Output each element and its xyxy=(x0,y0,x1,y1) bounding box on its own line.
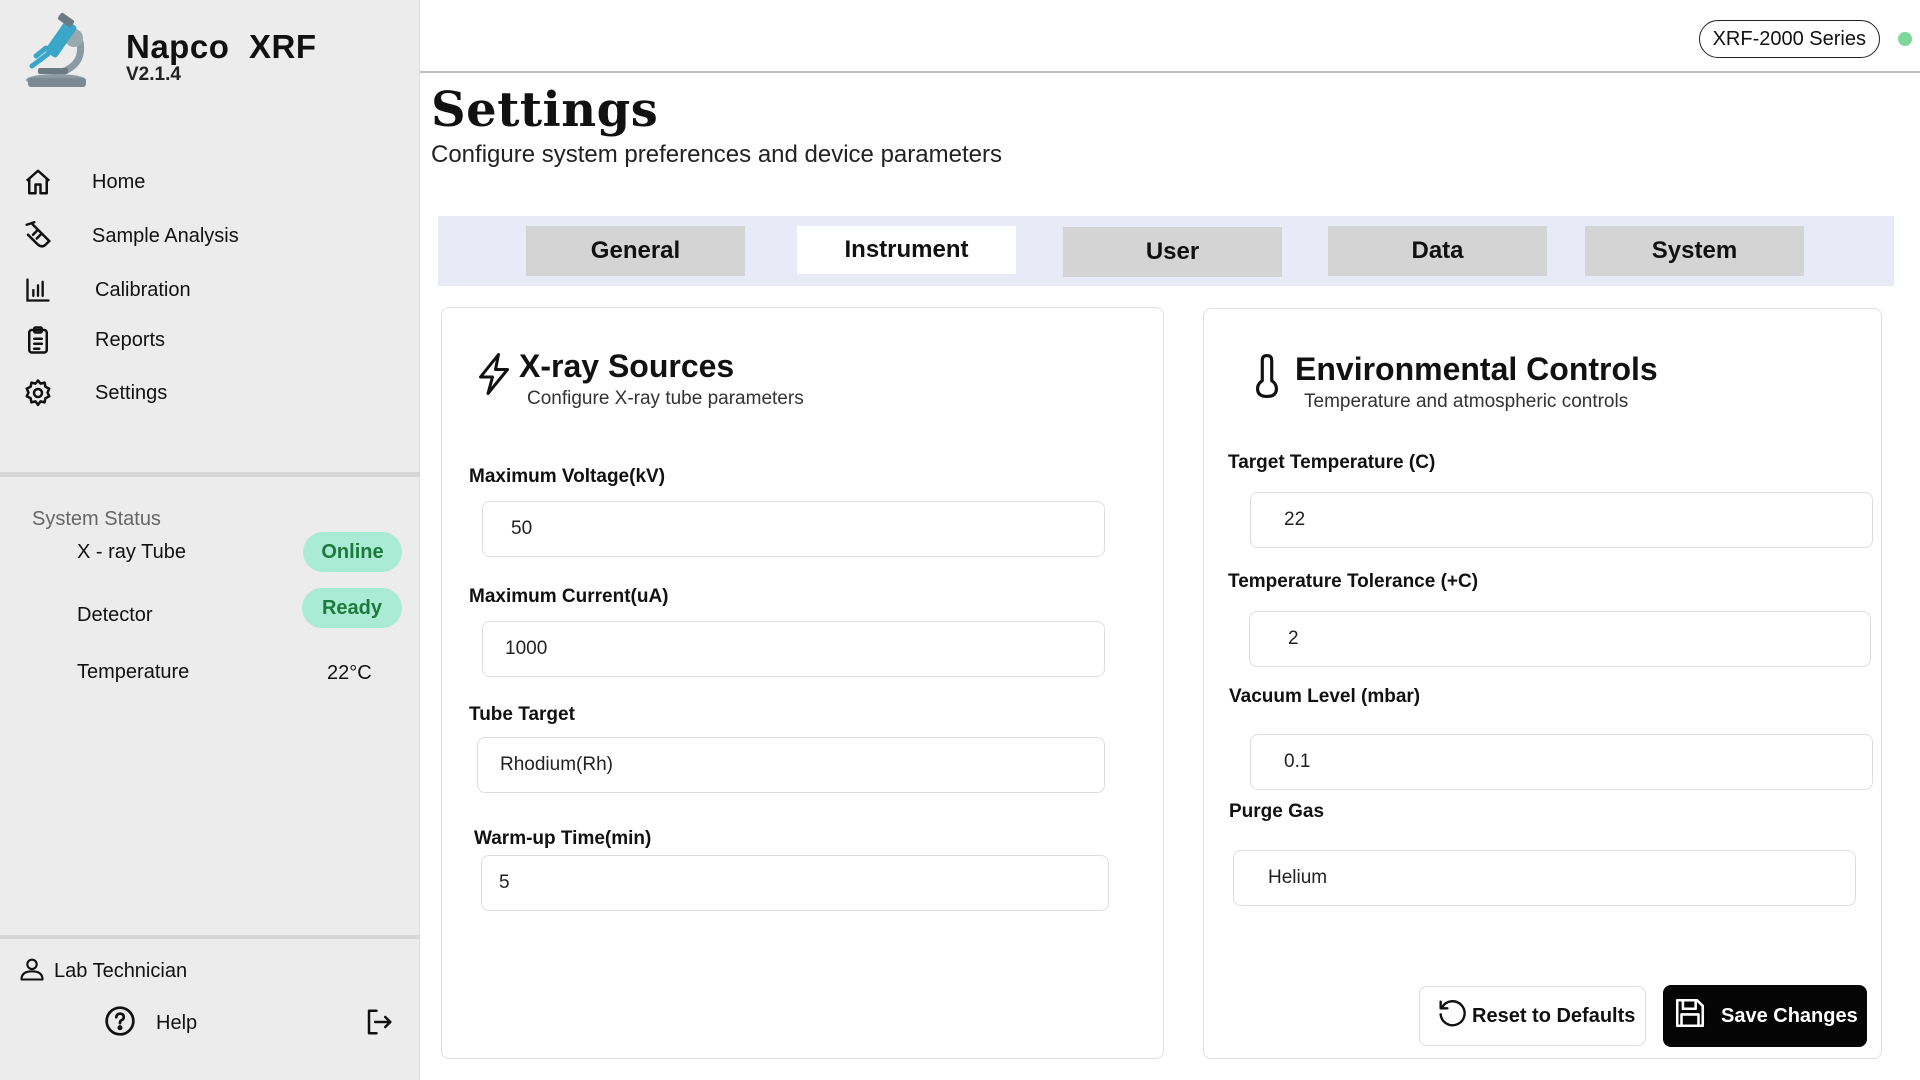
status-row-detector: Detector Ready xyxy=(77,588,407,628)
sidebar: Napco XRF V2.1.4 Home Sample Analysis Ca… xyxy=(0,0,420,1080)
nav-item-sample-analysis[interactable]: Sample Analysis xyxy=(20,216,400,256)
system-status-title: System Status xyxy=(32,508,161,530)
app-version: V2.1.4 xyxy=(126,64,181,85)
help-label: Help xyxy=(156,1012,198,1034)
purge-gas-input[interactable] xyxy=(1233,850,1856,906)
test-tube-icon xyxy=(20,218,56,254)
help-icon xyxy=(104,1005,136,1042)
max-current-input[interactable] xyxy=(482,621,1105,677)
sidebar-divider-bottom xyxy=(0,935,420,939)
warmup-time-input[interactable] xyxy=(481,855,1109,911)
sidebar-divider xyxy=(0,472,420,477)
connection-status-dot xyxy=(1898,32,1912,46)
nav-label-home: Home xyxy=(92,170,146,193)
series-pill: XRF-2000 Series xyxy=(1698,20,1880,58)
status-value-temperature: 22°C xyxy=(327,662,372,684)
nav-label-sample-analysis: Sample Analysis xyxy=(92,224,239,247)
vacuum-level-label: Vacuum Level (mbar) xyxy=(1229,686,1421,707)
xray-card-title: X-ray Sources xyxy=(519,348,735,384)
user-profile[interactable]: Lab Technician xyxy=(18,955,187,988)
tab-system[interactable]: System xyxy=(1585,226,1804,276)
tab-data[interactable]: Data xyxy=(1328,226,1547,276)
lightning-icon xyxy=(476,353,512,400)
vacuum-level-input[interactable] xyxy=(1250,734,1873,790)
microscope-logo-icon xyxy=(22,12,92,92)
xray-card-subtitle: Configure X-ray tube parameters xyxy=(527,388,804,409)
status-row-xray-tube: X - ray Tube Online xyxy=(77,532,407,572)
status-badge-xray-tube: Online xyxy=(303,532,402,572)
help-link[interactable]: Help xyxy=(104,1005,197,1042)
save-icon xyxy=(1673,996,1707,1036)
reset-to-defaults-button[interactable]: Reset to Defaults xyxy=(1419,986,1646,1046)
top-bar: XRF-2000 Series xyxy=(420,0,1920,73)
user-icon xyxy=(18,955,46,988)
tab-user[interactable]: User xyxy=(1063,227,1282,277)
thermometer-icon xyxy=(1254,354,1280,403)
nav-label-reports: Reports xyxy=(95,328,166,351)
settings-tab-bar: General Instrument User Data System xyxy=(438,216,1894,286)
env-card-title: Environmental Controls xyxy=(1295,351,1658,387)
nav-item-calibration[interactable]: Calibration xyxy=(20,270,400,310)
max-voltage-label: Maximum Voltage(kV) xyxy=(469,466,666,487)
max-voltage-input[interactable] xyxy=(482,501,1105,557)
app-name: Napco XRF xyxy=(126,28,317,65)
environmental-controls-card: Environmental Controls Temperature and a… xyxy=(1203,308,1882,1059)
save-button-label: Save Changes xyxy=(1721,1004,1858,1027)
nav-item-settings[interactable]: Settings xyxy=(20,373,400,413)
save-changes-button[interactable]: Save Changes xyxy=(1663,985,1867,1047)
status-label-xray-tube: X - ray Tube xyxy=(77,540,186,563)
max-current-label: Maximum Current(uA) xyxy=(469,586,669,607)
home-icon xyxy=(20,164,56,200)
reset-button-label: Reset to Defaults xyxy=(1472,1004,1636,1027)
reset-icon xyxy=(1436,997,1468,1035)
nav-item-reports[interactable]: Reports xyxy=(20,320,400,360)
xray-sources-card: X-ray Sources Configure X-ray tube param… xyxy=(441,307,1164,1059)
tube-target-label: Tube Target xyxy=(469,704,575,725)
purge-gas-label: Purge Gas xyxy=(1229,801,1325,822)
status-label-detector: Detector xyxy=(77,603,153,626)
tube-target-input[interactable] xyxy=(477,737,1105,793)
temperature-tolerance-input[interactable] xyxy=(1249,611,1871,667)
temperature-tolerance-label: Temperature Tolerance (+C) xyxy=(1228,571,1479,592)
page-subtitle: Configure system preferences and device … xyxy=(431,141,1002,168)
target-temperature-label: Target Temperature (C) xyxy=(1228,452,1436,473)
status-row-temperature: Temperature 22°C xyxy=(77,644,407,685)
tab-instrument[interactable]: Instrument xyxy=(797,226,1016,274)
target-temperature-input[interactable] xyxy=(1250,492,1873,548)
nav-label-calibration: Calibration xyxy=(95,278,191,301)
user-name: Lab Technician xyxy=(54,960,188,982)
env-card-subtitle: Temperature and atmospheric controls xyxy=(1304,391,1629,412)
nav-label-settings: Settings xyxy=(95,381,168,404)
clipboard-icon xyxy=(20,322,56,358)
gear-icon xyxy=(20,375,56,411)
status-badge-detector: Ready xyxy=(302,588,402,628)
logout-icon[interactable] xyxy=(364,1007,394,1042)
bar-chart-icon xyxy=(20,272,56,308)
warmup-time-label: Warm-up Time(min) xyxy=(474,828,652,849)
nav-item-home[interactable]: Home xyxy=(20,162,400,202)
tab-general[interactable]: General xyxy=(526,226,745,276)
page-title: Settings xyxy=(431,82,659,138)
status-label-temperature: Temperature xyxy=(77,660,190,683)
